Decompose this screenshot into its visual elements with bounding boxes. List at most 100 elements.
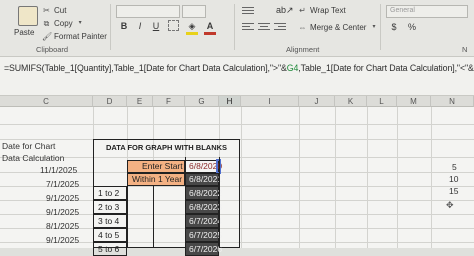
within-one-year-value[interactable]: 6/8/2021 bbox=[185, 173, 219, 186]
orientation-icon[interactable]: ab↗ bbox=[276, 5, 294, 16]
within-one-year-label[interactable]: Within 1 Year bbox=[127, 173, 185, 186]
font-size-dropdown[interactable] bbox=[182, 5, 206, 18]
font-name-dropdown[interactable] bbox=[116, 5, 180, 18]
formula-ref-g4: G4 bbox=[287, 63, 299, 73]
date-column-header-line2[interactable]: Data Calculation bbox=[2, 153, 64, 163]
chevron-down-icon: ▾ bbox=[369, 23, 378, 32]
range-label-cell[interactable]: 1 to 2 bbox=[93, 186, 127, 200]
paste-label: Paste bbox=[14, 28, 34, 37]
date-column-header-line1[interactable]: Date for Chart bbox=[2, 141, 55, 151]
wrap-text-button[interactable]: ↵ Wrap Text bbox=[298, 6, 346, 15]
ribbon-separator bbox=[110, 4, 111, 50]
underline-button[interactable]: U bbox=[150, 20, 162, 32]
column-header-j[interactable]: J bbox=[299, 96, 335, 107]
column-header-h[interactable]: H bbox=[219, 96, 241, 107]
format-painter-button[interactable]: 🖌 Format Painter bbox=[42, 32, 107, 41]
table-divider bbox=[219, 157, 220, 248]
start-date-value[interactable]: 6/8/2020 bbox=[185, 160, 219, 173]
ribbon-separator bbox=[234, 4, 235, 50]
fill-color-icon[interactable]: ◈ bbox=[186, 20, 198, 35]
column-header-i[interactable]: I bbox=[241, 96, 299, 107]
italic-button[interactable]: I bbox=[134, 20, 146, 32]
gridline bbox=[241, 107, 242, 248]
currency-button[interactable]: $ bbox=[388, 21, 400, 33]
font-color-icon[interactable]: A bbox=[204, 20, 216, 35]
date-cell[interactable]: 9/1/2025 bbox=[46, 235, 79, 245]
range-label-cell[interactable]: 5 to 6 bbox=[93, 242, 127, 256]
column-n-value[interactable]: 10 bbox=[449, 174, 458, 184]
borders-icon[interactable] bbox=[168, 20, 179, 31]
clipboard-group-label: Clipboard bbox=[36, 45, 68, 54]
ribbon-separator bbox=[380, 4, 381, 50]
number-group-label: N bbox=[462, 45, 467, 54]
gridline bbox=[431, 107, 432, 248]
range-date-cell[interactable]: 6/8/2022 bbox=[185, 186, 219, 200]
start-date-label[interactable]: Enter Start Date bbox=[127, 160, 185, 173]
cut-label: Cut bbox=[54, 6, 66, 15]
range-label-cell[interactable]: 4 to 5 bbox=[93, 228, 127, 242]
range-date-cell[interactable]: 6/7/2026 bbox=[185, 242, 219, 256]
move-cursor-icon: ✥ bbox=[446, 200, 454, 211]
table-divider bbox=[127, 186, 128, 248]
date-cell[interactable]: 8/1/2025 bbox=[46, 221, 79, 231]
gridline bbox=[0, 124, 474, 125]
column-header-m[interactable]: M bbox=[397, 96, 431, 107]
date-cell[interactable]: 9/1/2025 bbox=[46, 207, 79, 217]
range-date-cell[interactable]: 6/8/2023 bbox=[185, 200, 219, 214]
column-header-d[interactable]: D bbox=[93, 96, 127, 107]
date-cell[interactable]: 9/1/2025 bbox=[46, 193, 79, 203]
gridline bbox=[397, 107, 398, 248]
percent-button[interactable]: % bbox=[406, 21, 418, 33]
column-header-e[interactable]: E bbox=[127, 96, 153, 107]
range-label-cell[interactable]: 3 to 4 bbox=[93, 214, 127, 228]
scissors-icon: ✂ bbox=[42, 6, 51, 15]
formula-part: =SUMIFS(Table_1[Quantity],Table_1[Date f… bbox=[4, 63, 287, 73]
number-format-dropdown[interactable]: General bbox=[386, 5, 468, 18]
cut-button[interactable]: ✂ Cut bbox=[42, 6, 66, 15]
number-group: General $ % N bbox=[382, 0, 474, 56]
formula-part: ,Table_1[Date for Chart Data Calculation… bbox=[298, 63, 473, 73]
alignment-group-label: Alignment bbox=[286, 45, 319, 54]
merge-center-label: Merge & Center bbox=[310, 23, 366, 32]
column-n-value[interactable]: 15 bbox=[449, 186, 458, 196]
range-date-cell[interactable]: 6/7/2025 bbox=[185, 228, 219, 242]
gridline bbox=[367, 107, 368, 248]
copy-label: Copy bbox=[54, 19, 73, 28]
merge-center-button[interactable]: ⇔ Merge & Center ▾ bbox=[298, 23, 378, 32]
chevron-down-icon: ▾ bbox=[76, 19, 85, 28]
column-header-f[interactable]: F bbox=[153, 96, 185, 107]
column-header-c[interactable]: C bbox=[0, 96, 93, 107]
table-divider bbox=[153, 186, 154, 248]
table-title[interactable]: DATA FOR GRAPH WITH BLANKS bbox=[93, 139, 240, 157]
copy-icon: ⧉ bbox=[42, 19, 51, 28]
paste-icon bbox=[18, 6, 38, 26]
paste-button[interactable]: Paste bbox=[14, 4, 40, 40]
column-n-value[interactable]: 5 bbox=[452, 162, 457, 172]
column-header-n[interactable]: N bbox=[431, 96, 474, 107]
format-painter-label: Format Painter bbox=[54, 32, 107, 41]
formula-bar[interactable]: =SUMIFS(Table_1[Quantity],Table_1[Date f… bbox=[0, 57, 474, 96]
date-cell[interactable]: 7/1/2025 bbox=[46, 179, 79, 189]
date-cell[interactable]: 11/1/2025 bbox=[40, 165, 77, 175]
align-left-icon[interactable] bbox=[242, 22, 254, 32]
range-date-cell[interactable]: 6/7/2024 bbox=[185, 214, 219, 228]
number-format-value: General bbox=[390, 7, 415, 14]
merge-icon: ⇔ bbox=[298, 23, 307, 32]
alignment-group: ab↗ ↵ Wrap Text ⇔ Merge & Center ▾ Align… bbox=[236, 0, 376, 56]
ribbon: Paste ✂ Cut ⧉ Copy ▾ 🖌 Format Painter Cl… bbox=[0, 0, 474, 57]
align-top-icon[interactable] bbox=[242, 6, 254, 16]
column-header-l[interactable]: L bbox=[367, 96, 397, 107]
align-center-icon[interactable] bbox=[258, 22, 270, 32]
bold-button[interactable]: B bbox=[118, 20, 130, 32]
wrap-text-icon: ↵ bbox=[298, 6, 307, 15]
copy-button[interactable]: ⧉ Copy ▾ bbox=[42, 19, 85, 28]
column-header-k[interactable]: K bbox=[335, 96, 367, 107]
range-label-cell[interactable]: 2 to 3 bbox=[93, 200, 127, 214]
formula-text[interactable]: =SUMIFS(Table_1[Quantity],Table_1[Date f… bbox=[4, 63, 474, 73]
gridline bbox=[335, 107, 336, 248]
font-group: B I U ◈ A bbox=[112, 0, 232, 56]
gridline bbox=[299, 107, 300, 248]
column-header-g[interactable]: G bbox=[185, 96, 219, 107]
align-right-icon[interactable] bbox=[274, 22, 286, 32]
clipboard-group: Paste ✂ Cut ⧉ Copy ▾ 🖌 Format Painter Cl… bbox=[0, 0, 110, 56]
